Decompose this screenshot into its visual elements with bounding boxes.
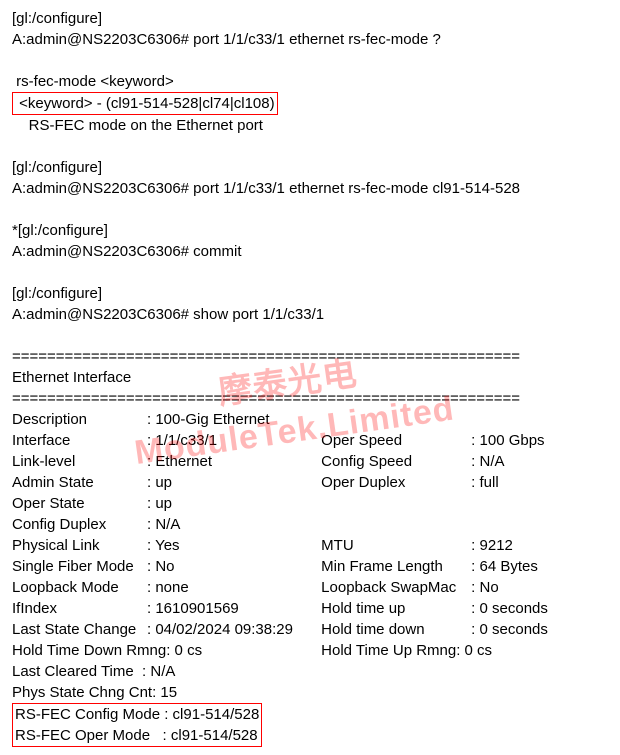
- cli-prompt-3: A:admin@NS2203C6306# commit: [12, 241, 608, 262]
- iface-row: Last State Change: 04/02/2024 09:38:29 H…: [12, 619, 608, 640]
- iface-row: Interface: 1/1/c33/1 Oper Speed: 100 Gbp…: [12, 430, 608, 451]
- fec-config-mode: RS-FEC Config Mode : cl91-514/528: [15, 704, 259, 725]
- section-title: Ethernet Interface: [12, 367, 608, 388]
- iface-row: Description: 100-Gig Ethernet: [12, 409, 608, 430]
- fec-mode-highlight: RS-FEC Config Mode : cl91-514/528 RS-FEC…: [12, 703, 262, 747]
- iface-row: Admin State: up Oper Duplex: full: [12, 472, 608, 493]
- cli-prompt-4: A:admin@NS2203C6306# show port 1/1/c33/1: [12, 304, 608, 325]
- help-desc: RS-FEC mode on the Ethernet port: [12, 115, 608, 136]
- iface-row: IfIndex: 1610901569 Hold time up: 0 seco…: [12, 598, 608, 619]
- iface-row: Phys State Chng Cnt: 15: [12, 682, 608, 703]
- cli-context-1: [gl:/configure]: [12, 8, 608, 29]
- separator-top: ========================================…: [12, 346, 608, 367]
- cli-context-2: [gl:/configure]: [12, 157, 608, 178]
- iface-row: Loopback Mode: none Loopback SwapMac: No: [12, 577, 608, 598]
- cli-context-3: *[gl:/configure]: [12, 220, 608, 241]
- iface-row: Hold Time Down Rmng: 0 cs Hold Time Up R…: [12, 640, 608, 661]
- iface-row: Link-level: Ethernet Config Speed: N/A: [12, 451, 608, 472]
- iface-row: Single Fiber Mode: No Min Frame Length: …: [12, 556, 608, 577]
- keyword-options-highlight: <keyword> - (cl91-514-528|cl74|cl108): [12, 92, 278, 115]
- iface-row: Last Cleared Time : N/A: [12, 661, 608, 682]
- iface-row: Physical Link: Yes MTU: 9212: [12, 535, 608, 556]
- cli-prompt-1: A:admin@NS2203C6306# port 1/1/c33/1 ethe…: [12, 29, 608, 50]
- iface-row: Config Duplex: N/A: [12, 514, 608, 535]
- help-syntax: rs-fec-mode <keyword>: [12, 71, 608, 92]
- separator-bottom: ========================================…: [12, 388, 608, 409]
- iface-row: Oper State: up: [12, 493, 608, 514]
- fec-oper-mode: RS-FEC Oper Mode : cl91-514/528: [15, 725, 259, 746]
- cli-prompt-2: A:admin@NS2203C6306# port 1/1/c33/1 ethe…: [12, 178, 608, 199]
- cli-context-4: [gl:/configure]: [12, 283, 608, 304]
